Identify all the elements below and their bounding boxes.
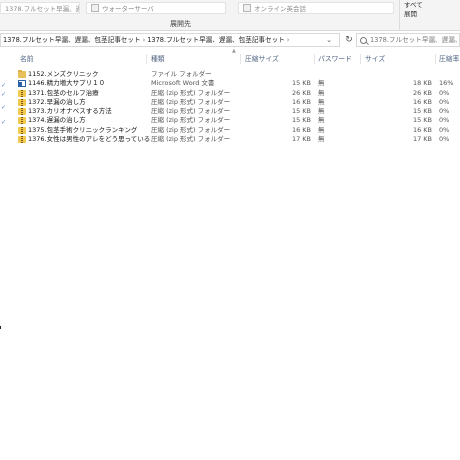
file-explorer-window: 1378.フルセット早漏、遅漏、包茎記事セット ウォーターサーバ オンライン英会… <box>0 0 460 460</box>
column-header-size[interactable]: サイズ <box>365 53 385 65</box>
edge-mark <box>0 326 1 329</box>
file-ratio: 0% <box>439 135 450 144</box>
file-password: 無 <box>318 125 325 134</box>
column-divider[interactable] <box>314 54 315 64</box>
extract-all-label-2: 展開 <box>404 10 417 18</box>
extract-all-button[interactable]: すべて 展開 <box>404 1 436 19</box>
zip-icon <box>18 108 26 116</box>
file-size: 26 KB <box>412 88 432 97</box>
file-ratio: 0% <box>439 125 450 134</box>
file-name: 1152.メンズクリニック <box>28 70 99 78</box>
file-row[interactable]: 1152.メンズクリニック ファイル フォルダー <box>0 70 460 79</box>
file-ratio: 0% <box>439 97 450 106</box>
file-name: 1372.早漏の治し方 <box>28 97 86 106</box>
search-icon <box>360 37 367 44</box>
column-header-compressed-size[interactable]: 圧縮サイズ <box>245 53 279 65</box>
file-name: 1371.包茎のセルフ治療 <box>28 88 99 97</box>
file-name: 1376.女性は男性のアレをどう思っている <box>28 135 151 144</box>
ribbon-destination-3-label: オンライン英会話 <box>254 5 306 13</box>
file-size: 18 KB <box>412 79 432 88</box>
folder-icon <box>18 70 26 78</box>
file-type: Microsoft Word 文書 <box>151 79 215 88</box>
breadcrumb-separator[interactable]: › <box>143 36 146 44</box>
breadcrumb-separator[interactable]: › <box>287 36 290 44</box>
file-size: 16 KB <box>412 125 432 134</box>
file-list: 1152.メンズクリニック ファイル フォルダー 1146.精力増大サプリ１０ Mic… <box>0 70 460 144</box>
ribbon-destination-1-label: 1378.フルセット早漏、遅漏、包茎記事セット <box>5 5 79 13</box>
file-compressed-size: 15 KB <box>291 107 311 116</box>
column-divider[interactable] <box>240 54 241 64</box>
file-type: 圧縮 (zip 形式) フォルダー <box>151 116 231 125</box>
extract-all-label-1: すべて <box>404 1 423 9</box>
breadcrumb-item[interactable]: 1378.フルセット早漏、遅漏、包茎記事セット <box>147 36 285 44</box>
ribbon-separator <box>399 0 400 31</box>
ribbon-destination-3[interactable]: オンライン英会話 <box>238 2 394 14</box>
file-size: 15 KB <box>412 107 432 116</box>
breadcrumb-item[interactable]: 1378.フルセット早漏、遅漏、包茎記事セット <box>3 36 141 44</box>
file-size: 17 KB <box>412 135 432 144</box>
zip-icon <box>18 89 26 97</box>
file-ratio: 0% <box>439 88 450 97</box>
file-row[interactable]: 1374.遅漏の治し方 圧縮 (zip 形式) フォルダー 15 KB 無 15 KB 0… <box>0 116 460 125</box>
column-header-type[interactable]: 種類 <box>151 53 165 65</box>
column-header-ratio[interactable]: 圧縮率 <box>439 53 459 65</box>
file-ratio: 16% <box>439 79 454 88</box>
file-row[interactable]: 1146.精力増大サプリ１０ Microsoft Word 文書 15 KB 無 18 … <box>0 79 460 88</box>
folder-small-icon <box>91 4 99 12</box>
file-ratio: 0% <box>439 116 450 125</box>
file-type: 圧縮 (zip 形式) フォルダー <box>151 135 231 144</box>
breadcrumb: 1378.フルセット早漏、遅漏、包茎記事セット › 1378.フルセット早漏、遅漏、… <box>3 34 291 46</box>
chevron-down-icon[interactable]: ⌄ <box>323 34 335 46</box>
ribbon: 1378.フルセット早漏、遅漏、包茎記事セット ウォーターサーバ オンライン英会… <box>0 0 460 31</box>
column-divider[interactable] <box>146 54 147 64</box>
ribbon-group-label: 展開先 <box>170 20 191 28</box>
file-compressed-size: 15 KB <box>291 116 311 125</box>
file-compressed-size: 17 KB <box>291 135 311 144</box>
zip-icon <box>18 126 26 134</box>
address-bar[interactable]: 1378.フルセット早漏、遅漏、包茎記事セット › 1378.フルセット早漏、遅漏、… <box>0 33 340 47</box>
file-password: 無 <box>318 79 325 88</box>
search-box[interactable]: 1378.フルセット早漏、遅漏、包... <box>356 33 460 47</box>
ribbon-destination-2-label: ウォーターサーバ <box>102 5 154 13</box>
file-size: 15 KB <box>412 116 432 125</box>
column-header-name[interactable]: 名前 <box>20 53 34 65</box>
column-header-password[interactable]: パスワード <box>318 53 352 65</box>
sort-arrow-icon: ▲ <box>232 48 236 54</box>
refresh-icon[interactable]: ↻ <box>343 33 355 47</box>
file-password: 無 <box>318 135 325 144</box>
zip-icon <box>18 117 26 125</box>
file-name: 1375.包茎手術クリニックランキング <box>28 125 138 134</box>
file-ratio: 0% <box>439 107 450 116</box>
ribbon-destination-1[interactable]: 1378.フルセット早漏、遅漏、包茎記事セット <box>0 2 80 14</box>
file-compressed-size: 15 KB <box>291 79 311 88</box>
ribbon-destination-2[interactable]: ウォーターサーバ <box>86 2 226 14</box>
file-type: 圧縮 (zip 形式) フォルダー <box>151 88 231 97</box>
file-compressed-size: 16 KB <box>291 97 311 106</box>
column-divider[interactable] <box>360 54 361 64</box>
file-password: 無 <box>318 97 325 106</box>
file-password: 無 <box>318 88 325 97</box>
file-size: 16 KB <box>412 97 432 106</box>
search-input[interactable]: 1378.フルセット早漏、遅漏、包... <box>370 34 460 46</box>
ribbon-divider <box>0 30 460 31</box>
file-type: 圧縮 (zip 形式) フォルダー <box>151 97 231 106</box>
folder-small-icon <box>243 4 251 12</box>
zip-icon <box>18 136 26 144</box>
file-compressed-size: 16 KB <box>291 125 311 134</box>
file-type: ファイル フォルダー <box>151 70 212 78</box>
file-row[interactable]: 1375.包茎手術クリニックランキング 圧縮 (zip 形式) フォルダー 16 K… <box>0 126 460 135</box>
file-row[interactable]: 1372.早漏の治し方 圧縮 (zip 形式) フォルダー 16 KB 無 16 KB 0… <box>0 98 460 107</box>
file-type: 圧縮 (zip 形式) フォルダー <box>151 125 231 134</box>
file-compressed-size: 26 KB <box>291 88 311 97</box>
word-icon <box>18 80 26 88</box>
file-row[interactable]: 1376.女性は男性のアレをどう思っている 圧縮 (zip 形式) フォルダー 17… <box>0 135 460 144</box>
file-name: 1374.遅漏の治し方 <box>28 116 86 125</box>
file-password: 無 <box>318 116 325 125</box>
file-row[interactable]: 1371.包茎のセルフ治療 圧縮 (zip 形式) フォルダー 26 KB 無 26 K… <box>0 89 460 98</box>
column-divider[interactable] <box>435 54 436 64</box>
zip-icon <box>18 98 26 106</box>
file-name: 1146.精力増大サプリ１０ <box>28 79 106 88</box>
